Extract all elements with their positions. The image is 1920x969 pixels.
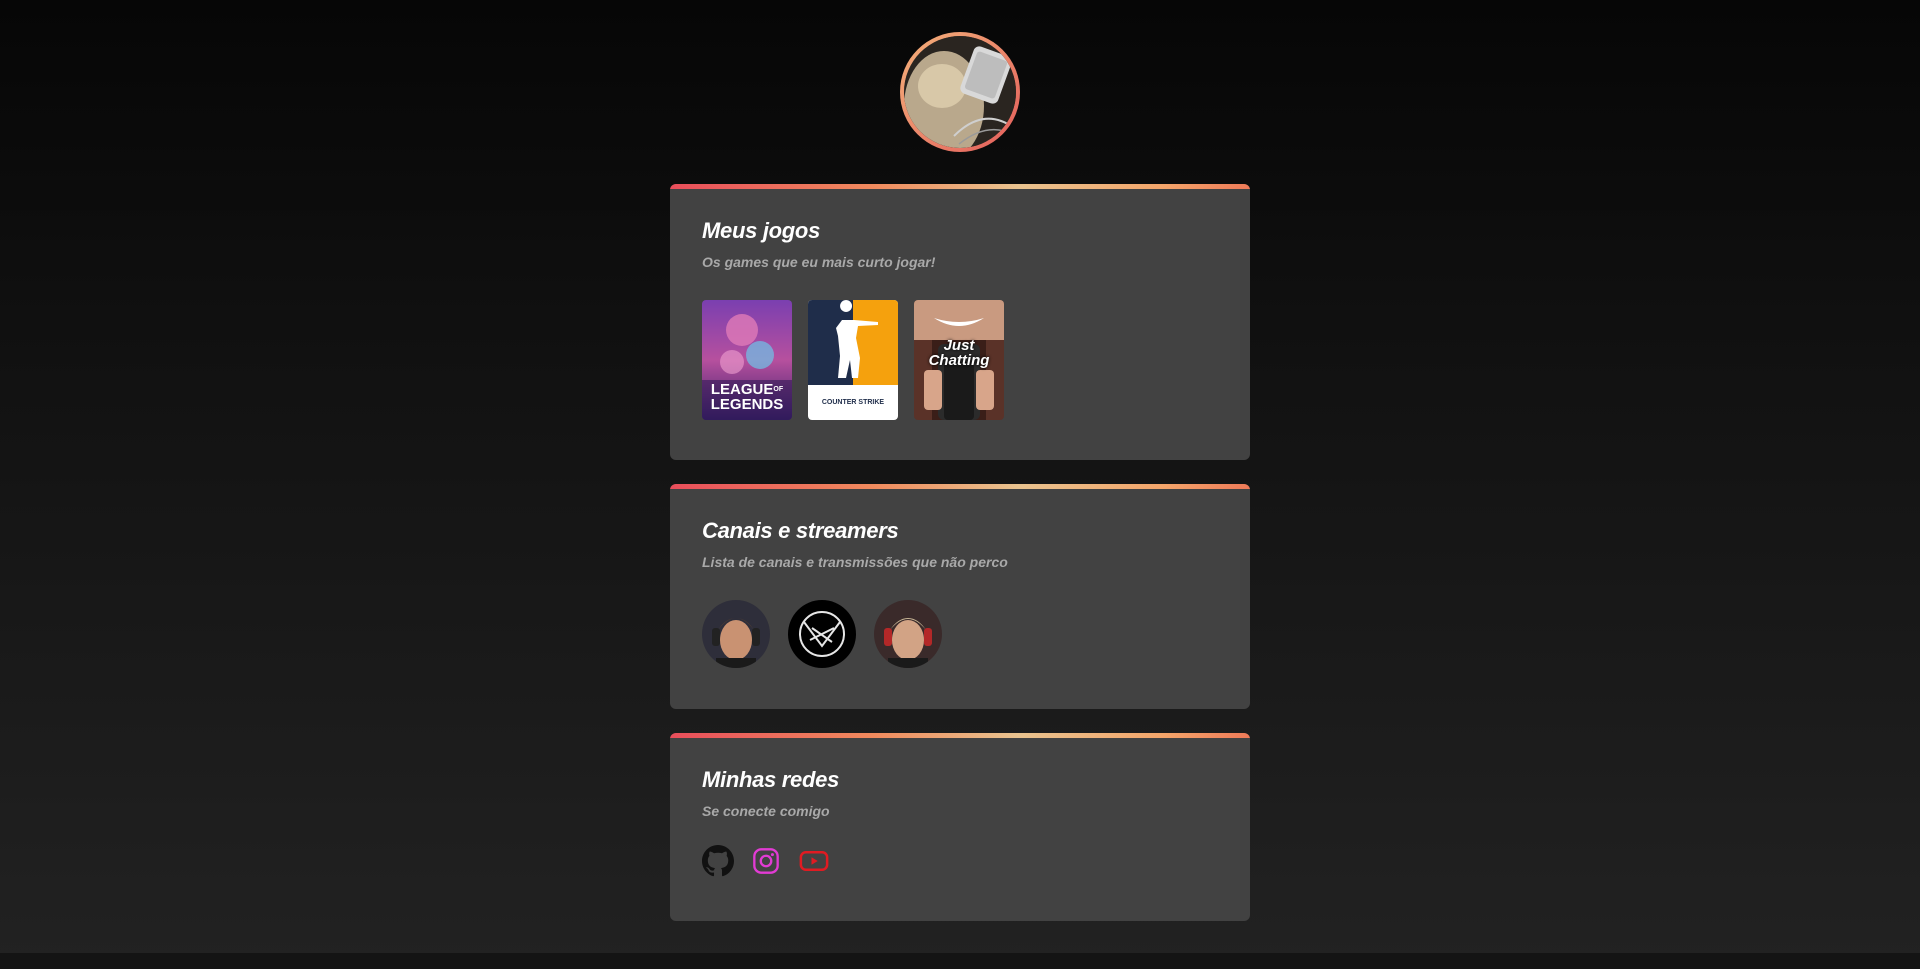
lol-of: OF xyxy=(773,386,784,393)
youtube-icon xyxy=(799,851,829,871)
games-card: Meus jogos Os games que eu mais curto jo… xyxy=(670,184,1250,460)
streamers-title: Canais e streamers xyxy=(702,518,899,543)
game-league-of-legends[interactable]: LEAGUEOF LEGENDS xyxy=(702,300,792,420)
streamers-card: Canais e streamers Lista de canais e tra… xyxy=(670,484,1250,709)
streamer-avatar-2[interactable] xyxy=(788,600,856,668)
socials-list xyxy=(702,845,1218,877)
games-list: LEAGUEOF LEGENDS COUNTER STRIKE Just Cha… xyxy=(702,300,1218,420)
socials-subtitle: Se conecte comigo xyxy=(702,803,830,819)
profile-avatar-frame xyxy=(900,32,1020,152)
socials-title: Minhas redes xyxy=(702,767,840,792)
streamers-list xyxy=(702,600,1218,668)
instagram-icon xyxy=(753,848,779,874)
streamer-avatar-3[interactable] xyxy=(874,600,942,668)
github-link[interactable] xyxy=(702,845,734,877)
game-just-chatting[interactable]: Just Chatting xyxy=(914,300,1004,420)
cs-label: COUNTER STRIKE xyxy=(821,399,885,406)
avatar-photo xyxy=(904,36,1016,148)
lol-line2: LEGENDS xyxy=(710,396,784,413)
instagram-link[interactable] xyxy=(750,845,782,877)
youtube-link[interactable] xyxy=(798,845,830,877)
github-icon xyxy=(702,845,734,877)
streamers-subtitle: Lista de canais e transmissões que não p… xyxy=(702,554,1008,570)
game-counter-strike[interactable]: COUNTER STRIKE xyxy=(808,300,898,420)
footer-strip xyxy=(0,953,1920,969)
jc-line2: Chatting xyxy=(928,352,990,369)
socials-card: Minhas redes Se conecte comigo xyxy=(670,733,1250,921)
games-subtitle: Os games que eu mais curto jogar! xyxy=(702,254,936,270)
games-title: Meus jogos xyxy=(702,218,821,243)
avatar xyxy=(904,36,1016,148)
streamer-avatar-1[interactable] xyxy=(702,600,770,668)
